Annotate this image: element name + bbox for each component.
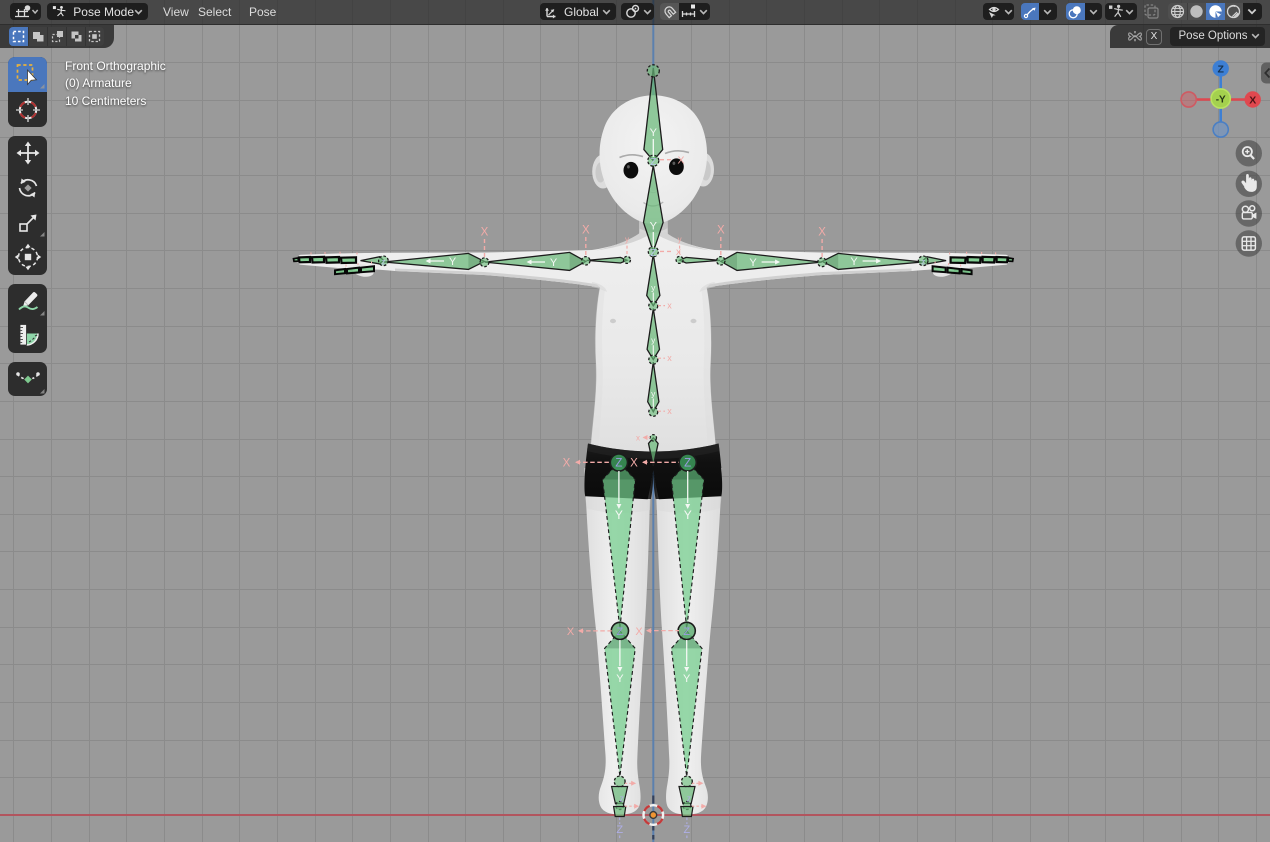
- svg-text:Z: Z: [684, 458, 691, 470]
- svg-text:Y: Y: [850, 256, 858, 268]
- svg-text:X: X: [677, 155, 684, 167]
- svg-text:X: X: [563, 458, 571, 470]
- svg-text:-Y: -Y: [1216, 95, 1226, 106]
- svg-text:z: z: [381, 258, 385, 267]
- svg-text:z: z: [921, 258, 925, 267]
- svg-text:X: X: [818, 227, 826, 239]
- svg-text:Y: Y: [550, 257, 558, 269]
- svg-text:X: X: [567, 626, 575, 638]
- svg-text:Y: Y: [650, 221, 658, 233]
- svg-text:y: y: [651, 389, 656, 399]
- svg-text:X: X: [635, 626, 643, 638]
- svg-text:Y: Y: [650, 127, 658, 139]
- svg-text:y: y: [651, 335, 656, 345]
- svg-text:x: x: [636, 434, 640, 443]
- svg-text:x: x: [667, 353, 672, 363]
- svg-text:y: y: [625, 235, 629, 244]
- svg-text:Z: Z: [650, 157, 656, 168]
- svg-text:X: X: [582, 225, 590, 237]
- svg-text:z: z: [619, 794, 624, 804]
- svg-text:x: x: [667, 301, 672, 311]
- svg-text:X: X: [1249, 94, 1256, 106]
- svg-text:Z: Z: [684, 824, 691, 836]
- svg-text:Z: Z: [683, 626, 690, 638]
- svg-text:Z: Z: [615, 458, 622, 470]
- svg-text:y: y: [651, 283, 656, 293]
- svg-text:X: X: [481, 227, 489, 239]
- svg-text:Y: Y: [616, 673, 624, 685]
- svg-text:X: X: [717, 225, 725, 237]
- svg-text:Y: Y: [683, 673, 691, 685]
- svg-text:Y: Y: [684, 508, 692, 522]
- svg-text:Z: Z: [617, 626, 624, 638]
- svg-text:Y: Y: [449, 256, 457, 268]
- svg-text:x: x: [676, 247, 681, 258]
- svg-text:X: X: [630, 458, 638, 470]
- svg-text:Y: Y: [615, 508, 623, 522]
- svg-text:z: z: [687, 794, 692, 804]
- svg-text:Y: Y: [749, 257, 757, 269]
- svg-text:Z: Z: [650, 248, 656, 259]
- svg-text:Z: Z: [616, 824, 623, 836]
- svg-text:Z: Z: [1217, 63, 1224, 75]
- svg-text:y: y: [678, 235, 682, 244]
- svg-text:x: x: [667, 406, 672, 416]
